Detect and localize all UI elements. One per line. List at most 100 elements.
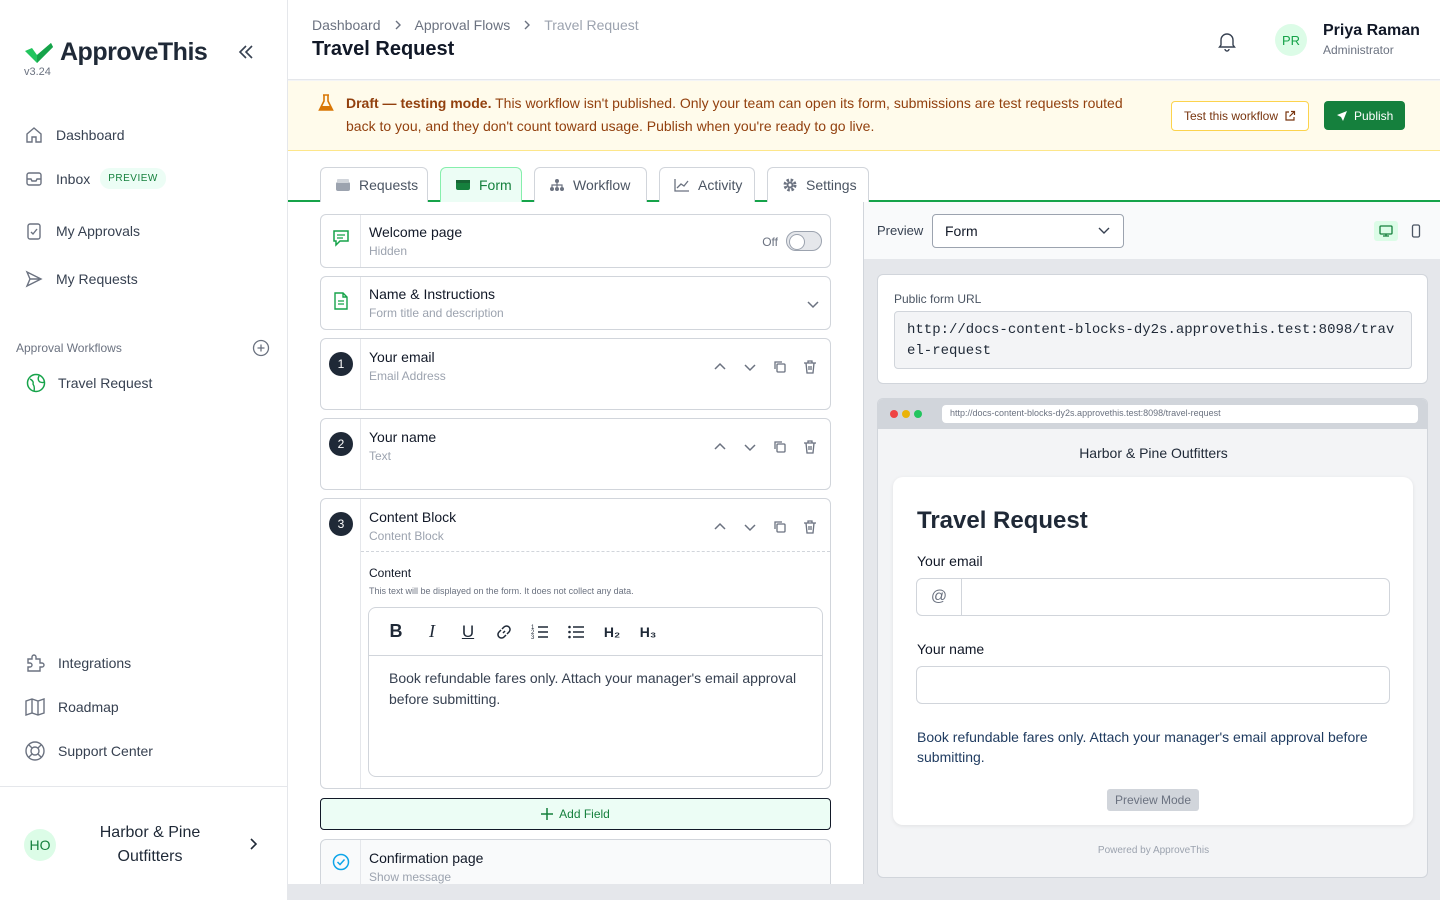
home-icon: [24, 125, 44, 145]
preview-toolbar: Preview Form: [864, 202, 1440, 260]
sidebar-item-inbox[interactable]: Inbox PREVIEW: [24, 168, 166, 189]
card-title: Name & Instructions: [369, 286, 496, 302]
chart-line-icon: [674, 178, 690, 192]
app-version: v3.24: [24, 66, 51, 78]
app-logo[interactable]: ApproveThis: [24, 38, 208, 67]
field-card-name[interactable]: 2 Your name Text: [320, 418, 831, 490]
move-down-icon[interactable]: [742, 519, 758, 535]
trash-icon[interactable]: [802, 519, 818, 535]
sidebar-item-travel-request[interactable]: Travel Request: [26, 373, 152, 393]
sidebar-item-my-requests[interactable]: My Requests: [24, 269, 138, 289]
publish-button[interactable]: Publish: [1324, 101, 1406, 130]
card-title: Welcome page: [369, 224, 463, 240]
preview-label: Preview: [877, 223, 924, 238]
preview-email-input[interactable]: @: [916, 578, 1390, 616]
sidebar-item-support-center[interactable]: Support Center: [24, 740, 153, 762]
welcome-page-card[interactable]: Welcome page Hidden Off: [320, 214, 831, 268]
form-preview-panel: Preview Form Public form URL http://docs…: [863, 202, 1440, 884]
move-up-icon[interactable]: [712, 439, 728, 455]
heading-3-button[interactable]: H₃: [639, 624, 657, 640]
tab-form[interactable]: Form: [440, 167, 522, 202]
sidebar-item-roadmap[interactable]: Roadmap: [24, 696, 119, 718]
preview-mode-badge: Preview Mode: [1107, 789, 1199, 811]
sidebar-item-my-approvals[interactable]: My Approvals: [24, 221, 140, 241]
send-icon: [24, 269, 44, 289]
powered-by: Powered by ApproveThis: [1097, 845, 1210, 856]
field-actions: [712, 519, 818, 535]
svg-text:3: 3: [531, 635, 535, 641]
content-text[interactable]: Book refundable fares only. Attach your …: [369, 656, 822, 722]
duplicate-icon[interactable]: [772, 519, 788, 535]
preview-name-label: Your name: [917, 641, 985, 657]
sidebar-item-label: Roadmap: [58, 699, 119, 715]
draft-banner: Draft — testing mode. This workflow isn'…: [288, 81, 1440, 151]
trash-icon[interactable]: [802, 439, 818, 455]
public-url-label: Public form URL: [894, 292, 982, 306]
tab-workflow[interactable]: Workflow: [534, 167, 647, 202]
map-icon: [24, 696, 46, 718]
add-workflow-icon[interactable]: [252, 339, 270, 357]
add-field-label: Add Field: [559, 807, 610, 821]
move-up-icon[interactable]: [712, 519, 728, 535]
publish-label: Publish: [1354, 108, 1394, 123]
org-switcher[interactable]: HO Harbor & Pine Outfitters: [0, 786, 287, 900]
underline-button[interactable]: U: [459, 622, 477, 642]
confirmation-page-card[interactable]: Confirmation page Show message: [320, 839, 831, 884]
breadcrumb-approval-flows[interactable]: Approval Flows: [415, 17, 511, 33]
tab-settings[interactable]: Settings: [767, 167, 869, 202]
bell-icon[interactable]: [1216, 30, 1238, 52]
field-card-content-block[interactable]: 3 Content Block Content Block Content Th…: [320, 498, 831, 789]
rich-text-editor[interactable]: B I U 123 H₂ H₃ Book refundable fares on…: [368, 607, 823, 777]
chevron-right-icon: [393, 20, 403, 30]
italic-button[interactable]: I: [423, 621, 441, 642]
bullet-list-icon[interactable]: [567, 623, 585, 641]
welcome-page-toggle[interactable]: [786, 231, 822, 251]
preview-badge: PREVIEW: [100, 168, 166, 189]
tab-label: Workflow: [573, 177, 631, 193]
chat-icon: [332, 229, 350, 247]
tab-requests[interactable]: Requests: [320, 167, 428, 202]
duplicate-icon[interactable]: [772, 439, 788, 455]
preview-name-input[interactable]: [916, 666, 1390, 704]
trash-icon[interactable]: [802, 359, 818, 375]
chevron-right-icon: [246, 837, 260, 851]
flask-icon: [318, 94, 334, 112]
external-link-icon: [1284, 110, 1296, 122]
bold-button[interactable]: B: [387, 621, 405, 642]
logo-check-icon: [25, 42, 53, 63]
sidebar-item-label: Support Center: [58, 743, 153, 759]
chevron-down-icon[interactable]: [806, 298, 820, 312]
move-down-icon[interactable]: [742, 439, 758, 455]
desktop-view-icon[interactable]: [1374, 221, 1398, 241]
check-circle-icon: [332, 853, 350, 871]
preview-form-card: Travel Request Your email @ Your name Bo…: [893, 477, 1413, 825]
mobile-view-icon[interactable]: [1406, 221, 1426, 241]
field-card-email[interactable]: 1 Your email Email Address: [320, 338, 831, 410]
collapse-sidebar-icon[interactable]: [236, 42, 256, 62]
move-up-icon[interactable]: [712, 359, 728, 375]
browser-address-bar: http://docs-content-blocks-dy2s.approvet…: [942, 405, 1418, 423]
user-avatar[interactable]: PR: [1275, 24, 1307, 56]
heading-2-button[interactable]: H₂: [603, 624, 621, 640]
ordered-list-icon[interactable]: 123: [531, 623, 549, 641]
breadcrumb-dashboard[interactable]: Dashboard: [312, 17, 381, 33]
public-url-value[interactable]: http://docs-content-blocks-dy2s.approvet…: [894, 311, 1412, 369]
sidebar-item-label: My Approvals: [56, 223, 141, 239]
card-subtitle: Show message: [369, 870, 452, 884]
duplicate-icon[interactable]: [772, 359, 788, 375]
move-down-icon[interactable]: [742, 359, 758, 375]
sidebar-item-integrations[interactable]: Integrations: [24, 652, 131, 674]
test-workflow-label: Test this workflow: [1184, 109, 1279, 123]
sidebar-item-dashboard[interactable]: Dashboard: [24, 125, 125, 145]
preview-mode-select[interactable]: Form: [932, 214, 1124, 248]
tab-activity[interactable]: Activity: [659, 167, 755, 202]
add-field-button[interactable]: Add Field: [320, 798, 831, 830]
chevron-down-icon: [1097, 224, 1111, 238]
field-type: Content Block: [369, 529, 444, 543]
test-workflow-button[interactable]: Test this workflow: [1171, 101, 1310, 131]
name-instructions-card[interactable]: Name & Instructions Form title and descr…: [320, 276, 831, 330]
lifebuoy-icon: [24, 740, 46, 762]
user-name: Priya Raman: [1323, 22, 1420, 39]
link-icon[interactable]: [495, 623, 513, 641]
banner-strong: Draft — testing mode.: [346, 95, 492, 111]
